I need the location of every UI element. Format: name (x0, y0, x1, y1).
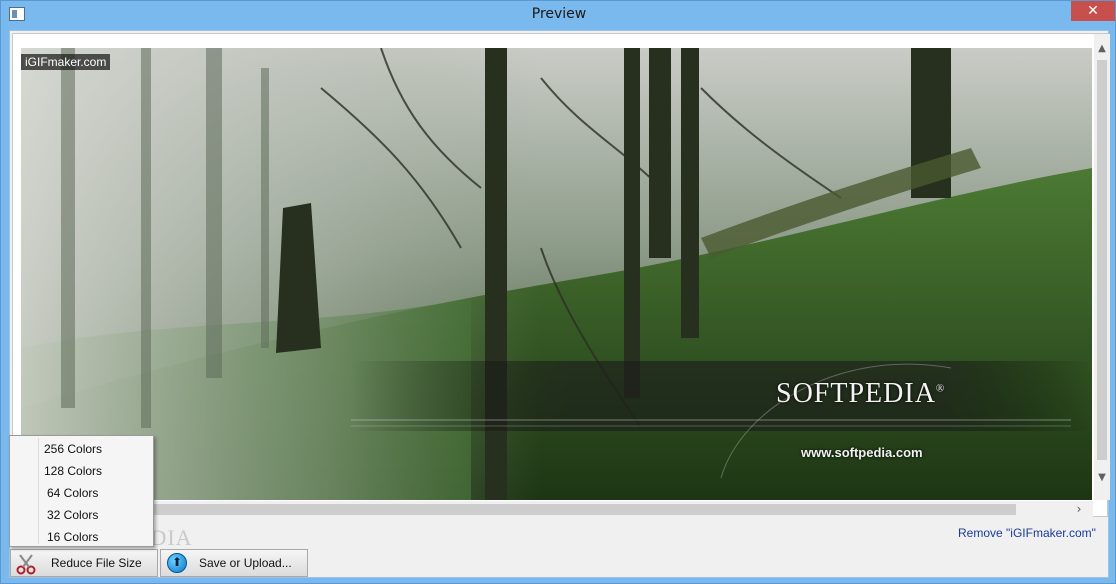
menu-item-128-colors[interactable]: 128 Colors (44, 460, 156, 482)
horizontal-scrollbar[interactable]: › (21, 501, 1093, 517)
menu-item-32-colors[interactable]: 32 Colors (47, 504, 159, 526)
title-bar[interactable]: Preview ✕ (1, 1, 1116, 29)
menu-item-64-colors[interactable]: 64 Colors (47, 482, 159, 504)
reduce-colors-menu: 256 Colors 128 Colors 64 Colors 32 Color… (9, 435, 154, 547)
softpedia-url: www.softpedia.com (801, 445, 923, 460)
preview-image: iGIFmaker.com SOFTPEDIA® www.softpedia.c… (21, 48, 1092, 500)
remove-watermark-link[interactable]: Remove "iGIFmaker.com" (958, 526, 1096, 540)
reduce-button-label: Reduce File Size (51, 556, 142, 570)
softpedia-logo-text: SOFTPEDIA (776, 378, 936, 409)
softpedia-logo: SOFTPEDIA® (776, 378, 945, 410)
preview-pane: iGIFmaker.com SOFTPEDIA® www.softpedia.c… (12, 33, 1110, 517)
save-or-upload-button[interactable]: Save or Upload... (160, 549, 308, 577)
client-area: iGIFmaker.com SOFTPEDIA® www.softpedia.c… (9, 30, 1110, 578)
preview-window: Preview ✕ iGIFmaker.com SOFTPEDIA® www.s… (0, 0, 1116, 584)
forest-image-icon (21, 48, 1092, 500)
close-button[interactable]: ✕ (1071, 1, 1115, 21)
vertical-scroll-thumb[interactable] (1097, 60, 1107, 460)
scroll-right-icon[interactable]: › (1071, 501, 1087, 517)
horizontal-scroll-thumb[interactable] (31, 504, 1016, 515)
window-title: Preview (531, 6, 587, 22)
scissors-icon (16, 554, 36, 575)
upload-arrow-icon (167, 553, 187, 573)
registered-mark: ® (935, 382, 946, 395)
save-button-label: Save or Upload... (199, 556, 292, 570)
scroll-down-icon[interactable]: ▼ (1094, 469, 1110, 487)
reduce-file-size-button[interactable]: Reduce File Size (10, 549, 158, 577)
vertical-scrollbar[interactable]: ▲ ▼ (1094, 34, 1110, 500)
scroll-up-icon[interactable]: ▲ (1094, 40, 1110, 58)
menu-item-16-colors[interactable]: 16 Colors (47, 526, 159, 548)
menu-item-256-colors[interactable]: 256 Colors (44, 438, 156, 460)
igifmaker-watermark: iGIFmaker.com (21, 54, 111, 70)
menu-gutter (38, 438, 39, 544)
